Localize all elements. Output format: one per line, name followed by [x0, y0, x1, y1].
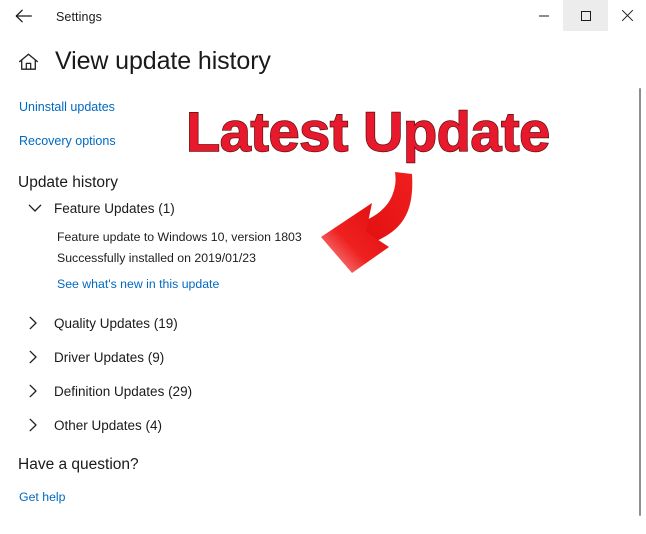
- group-row-quality-updates[interactable]: Quality Updates (19): [28, 314, 178, 332]
- whats-new-link[interactable]: See what's new in this update: [57, 277, 219, 291]
- group-row-feature-updates[interactable]: Feature Updates (1): [28, 199, 175, 217]
- get-help-link[interactable]: Get help: [19, 490, 66, 504]
- chevron-right-icon: [28, 314, 50, 332]
- group-row-driver-updates[interactable]: Driver Updates (9): [28, 348, 164, 366]
- group-label: Quality Updates (19): [54, 315, 178, 331]
- scrollbar-thumb[interactable]: [639, 88, 641, 516]
- page-title: View update history: [55, 46, 271, 75]
- close-icon: [621, 9, 634, 22]
- group-label: Driver Updates (9): [54, 349, 165, 365]
- chevron-right-icon: [28, 348, 50, 366]
- have-a-question-heading: Have a question?: [18, 456, 139, 473]
- group-row-definition-updates[interactable]: Definition Updates (29): [28, 382, 192, 400]
- annotation-text: Latest Update: [185, 100, 551, 163]
- window-titlebar: Settings: [0, 0, 646, 33]
- uninstall-updates-link[interactable]: Uninstall updates: [19, 100, 115, 114]
- recovery-options-link[interactable]: Recovery options: [19, 134, 116, 148]
- back-arrow-icon: [15, 9, 32, 23]
- minimize-icon: [538, 15, 549, 16]
- update-history-heading: Update history: [18, 174, 118, 191]
- group-label: Definition Updates (29): [54, 383, 193, 399]
- feature-update-name: Feature update to Windows 10, version 18…: [57, 230, 302, 244]
- group-row-other-updates[interactable]: Other Updates (4): [28, 416, 162, 434]
- maximize-button[interactable]: [563, 0, 608, 31]
- group-label: Feature Updates (1): [54, 200, 175, 216]
- window-title: Settings: [56, 9, 102, 24]
- chevron-right-icon: [28, 416, 50, 434]
- home-icon[interactable]: [17, 50, 39, 72]
- close-button[interactable]: [605, 0, 646, 31]
- maximize-icon: [580, 10, 591, 21]
- feature-update-status: Successfully installed on 2019/01/23: [57, 251, 256, 265]
- back-button[interactable]: [6, 1, 40, 31]
- minimize-button[interactable]: [521, 0, 566, 31]
- chevron-right-icon: [28, 382, 50, 400]
- page-header: View update history: [0, 40, 646, 82]
- chevron-down-icon: [28, 199, 50, 217]
- group-label: Other Updates (4): [54, 417, 163, 433]
